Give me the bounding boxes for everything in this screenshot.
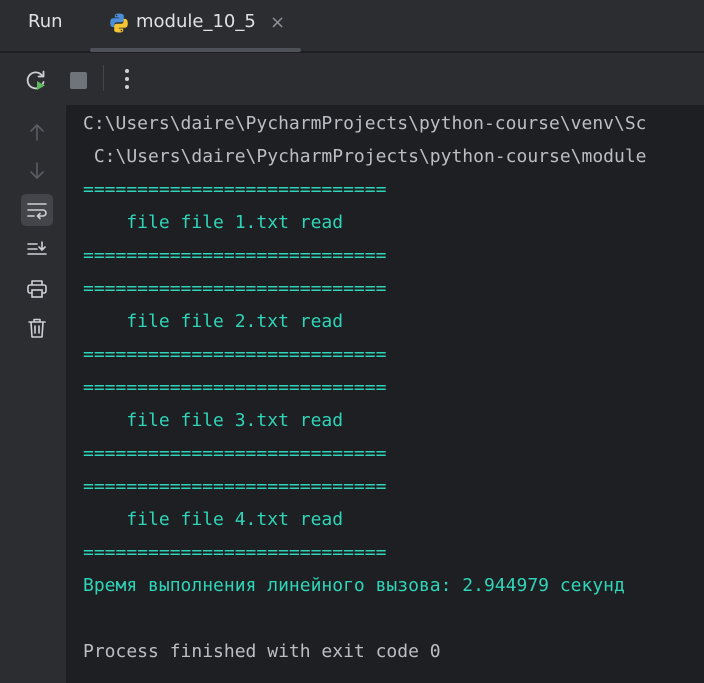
stop-button[interactable] [66,68,90,92]
soft-wrap-icon [27,203,47,220]
scroll-to-end-button[interactable] [21,233,53,265]
console-line: ============================ [83,278,387,299]
console-side-toolbar [0,105,66,683]
more-options-button[interactable] [115,66,139,92]
arrow-down-icon [30,162,44,179]
console-line: ============================ [83,542,387,563]
console-line: ============================ [83,377,387,398]
console-output[interactable]: C:\Users\daire\PycharmProjects\python-co… [66,105,704,683]
next-occurrence-button[interactable] [21,155,53,187]
print-icon [27,280,47,298]
tab-label: module_10_5 [136,11,256,32]
rerun-button[interactable] [22,66,50,94]
console-line-timing: Время выполнения линейного вызова: 2.944… [83,575,625,596]
more-vertical-icon [125,69,129,89]
rerun-icon [26,70,45,90]
print-button[interactable] [21,273,53,305]
console-line: ============================ [83,245,387,266]
trash-icon [28,318,46,338]
previous-occurrence-button[interactable] [21,116,53,148]
console-line: file file 4.txt read [83,509,344,530]
soft-wrap-button[interactable] [21,194,53,226]
active-tab-indicator [90,48,301,52]
console-line: ============================ [83,344,387,365]
run-toolbar [0,53,704,105]
run-panel-title: Run [28,11,63,32]
clear-all-button[interactable] [21,312,53,344]
python-file-icon [110,13,128,33]
console-line: ============================ [83,443,387,464]
tab-close-icon[interactable]: × [270,11,285,35]
console-line-script-path: C:\Users\daire\PycharmProjects\python-co… [83,146,647,167]
run-panel-header: Run module_10_5 × [0,0,704,52]
tab-module-10-5[interactable]: module_10_5 × [90,0,301,52]
stop-icon [69,71,87,89]
scroll-to-end-icon [27,241,47,255]
console-line: file file 2.txt read [83,311,344,332]
arrow-up-icon [30,124,44,141]
toolbar-separator [103,65,104,91]
console-line: ============================ [83,179,387,200]
console-line: ============================ [83,476,387,497]
console-line-exit-status: Process finished with exit code 0 [83,641,441,662]
console-line: file file 1.txt read [83,212,344,233]
console-line-interpreter-path: C:\Users\daire\PycharmProjects\python-co… [83,113,647,134]
console-line: file file 3.txt read [83,410,344,431]
